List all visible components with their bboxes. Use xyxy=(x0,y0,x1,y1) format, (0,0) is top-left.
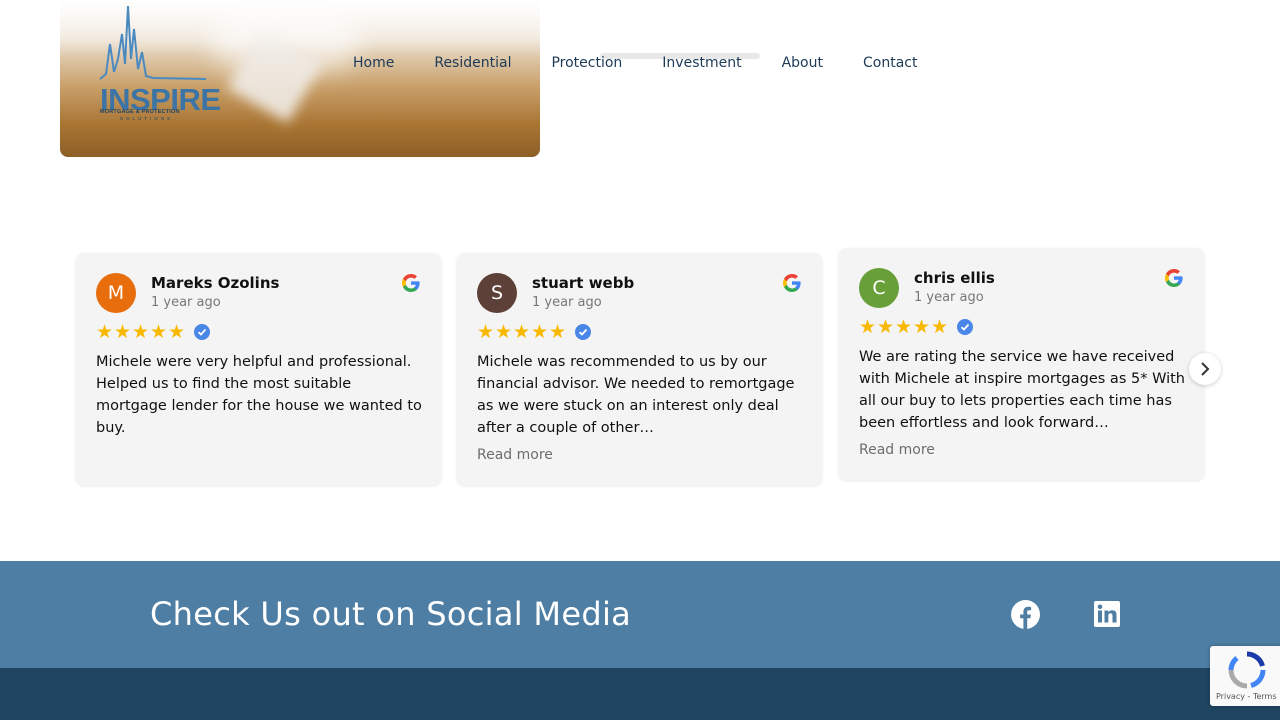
verified-icon xyxy=(957,319,973,335)
main-nav: Home Residential Protection Investment A… xyxy=(333,52,937,74)
nav-protection[interactable]: Protection xyxy=(531,52,642,74)
google-icon xyxy=(402,274,420,292)
verified-icon xyxy=(575,324,591,340)
star-rating: ★ ★ ★ ★ ★ xyxy=(96,322,210,342)
avatar: C xyxy=(859,268,899,308)
nav-home[interactable]: Home xyxy=(333,52,414,74)
carousel-next-button[interactable] xyxy=(1189,353,1221,385)
star-icon: ★ xyxy=(96,321,114,343)
read-more-link[interactable]: Read more xyxy=(859,442,935,458)
star-icon: ★ xyxy=(132,321,150,343)
site-logo[interactable]: INSPIRE MORTGAGE & PROTECTION SOLUTIONS xyxy=(98,4,221,122)
review-card: M Mareks Ozolins 1 year ago ★ ★ ★ ★ ★ Mi… xyxy=(76,253,441,485)
star-icon: ★ xyxy=(513,321,531,343)
star-icon: ★ xyxy=(931,316,949,338)
nav-about[interactable]: About xyxy=(762,52,843,74)
star-icon: ★ xyxy=(895,316,913,338)
review-card: S stuart webb 1 year ago ★ ★ ★ ★ ★ Miche… xyxy=(457,253,822,485)
nav-contact[interactable]: Contact xyxy=(843,52,937,74)
google-icon xyxy=(1165,269,1183,287)
review-date: 1 year ago xyxy=(151,295,221,310)
recaptcha-terms[interactable]: Privacy - Terms xyxy=(1216,692,1277,701)
review-card: C chris ellis 1 year ago ★ ★ ★ ★ ★ We ar… xyxy=(839,248,1204,480)
star-icon: ★ xyxy=(549,321,567,343)
star-rating: ★ ★ ★ ★ ★ xyxy=(859,317,973,337)
review-date: 1 year ago xyxy=(914,290,984,305)
reviewer-name: stuart webb xyxy=(532,274,635,292)
star-icon: ★ xyxy=(495,321,513,343)
linkedin-icon[interactable] xyxy=(1094,601,1120,627)
google-icon xyxy=(783,274,801,292)
star-icon: ★ xyxy=(168,321,186,343)
read-more-link[interactable]: Read more xyxy=(477,447,553,463)
review-text: We are rating the service we have receiv… xyxy=(859,349,1185,431)
recaptcha-icon xyxy=(1228,651,1266,689)
reviewer-name: chris ellis xyxy=(914,269,995,287)
reviewer-name: Mareks Ozolins xyxy=(151,274,280,292)
star-icon: ★ xyxy=(114,321,132,343)
nav-residential[interactable]: Residential xyxy=(414,52,531,74)
logo-skyline-icon xyxy=(99,5,207,80)
social-media-section: Check Us out on Social Media xyxy=(0,561,1280,668)
review-date: 1 year ago xyxy=(532,295,602,310)
star-icon: ★ xyxy=(477,321,495,343)
facebook-icon[interactable] xyxy=(1011,600,1040,629)
site-footer xyxy=(0,668,1280,720)
logo-tagline: MORTGAGE & PROTECTION xyxy=(100,109,180,115)
avatar: S xyxy=(477,273,517,313)
star-icon: ★ xyxy=(859,316,877,338)
star-icon: ★ xyxy=(531,321,549,343)
review-text: Michele was recommended to us by our fin… xyxy=(477,354,795,436)
verified-icon xyxy=(194,324,210,340)
star-icon: ★ xyxy=(150,321,168,343)
logo-tagline-2: SOLUTIONS xyxy=(120,116,174,121)
nav-investment[interactable]: Investment xyxy=(642,52,761,74)
star-icon: ★ xyxy=(877,316,895,338)
social-heading: Check Us out on Social Media xyxy=(150,595,632,633)
review-text: Michele were very helpful and profession… xyxy=(96,354,422,436)
recaptcha-badge[interactable]: Privacy - Terms xyxy=(1210,646,1280,706)
star-icon: ★ xyxy=(913,316,931,338)
chevron-right-icon xyxy=(1201,362,1210,376)
avatar: M xyxy=(96,273,136,313)
star-rating: ★ ★ ★ ★ ★ xyxy=(477,322,591,342)
